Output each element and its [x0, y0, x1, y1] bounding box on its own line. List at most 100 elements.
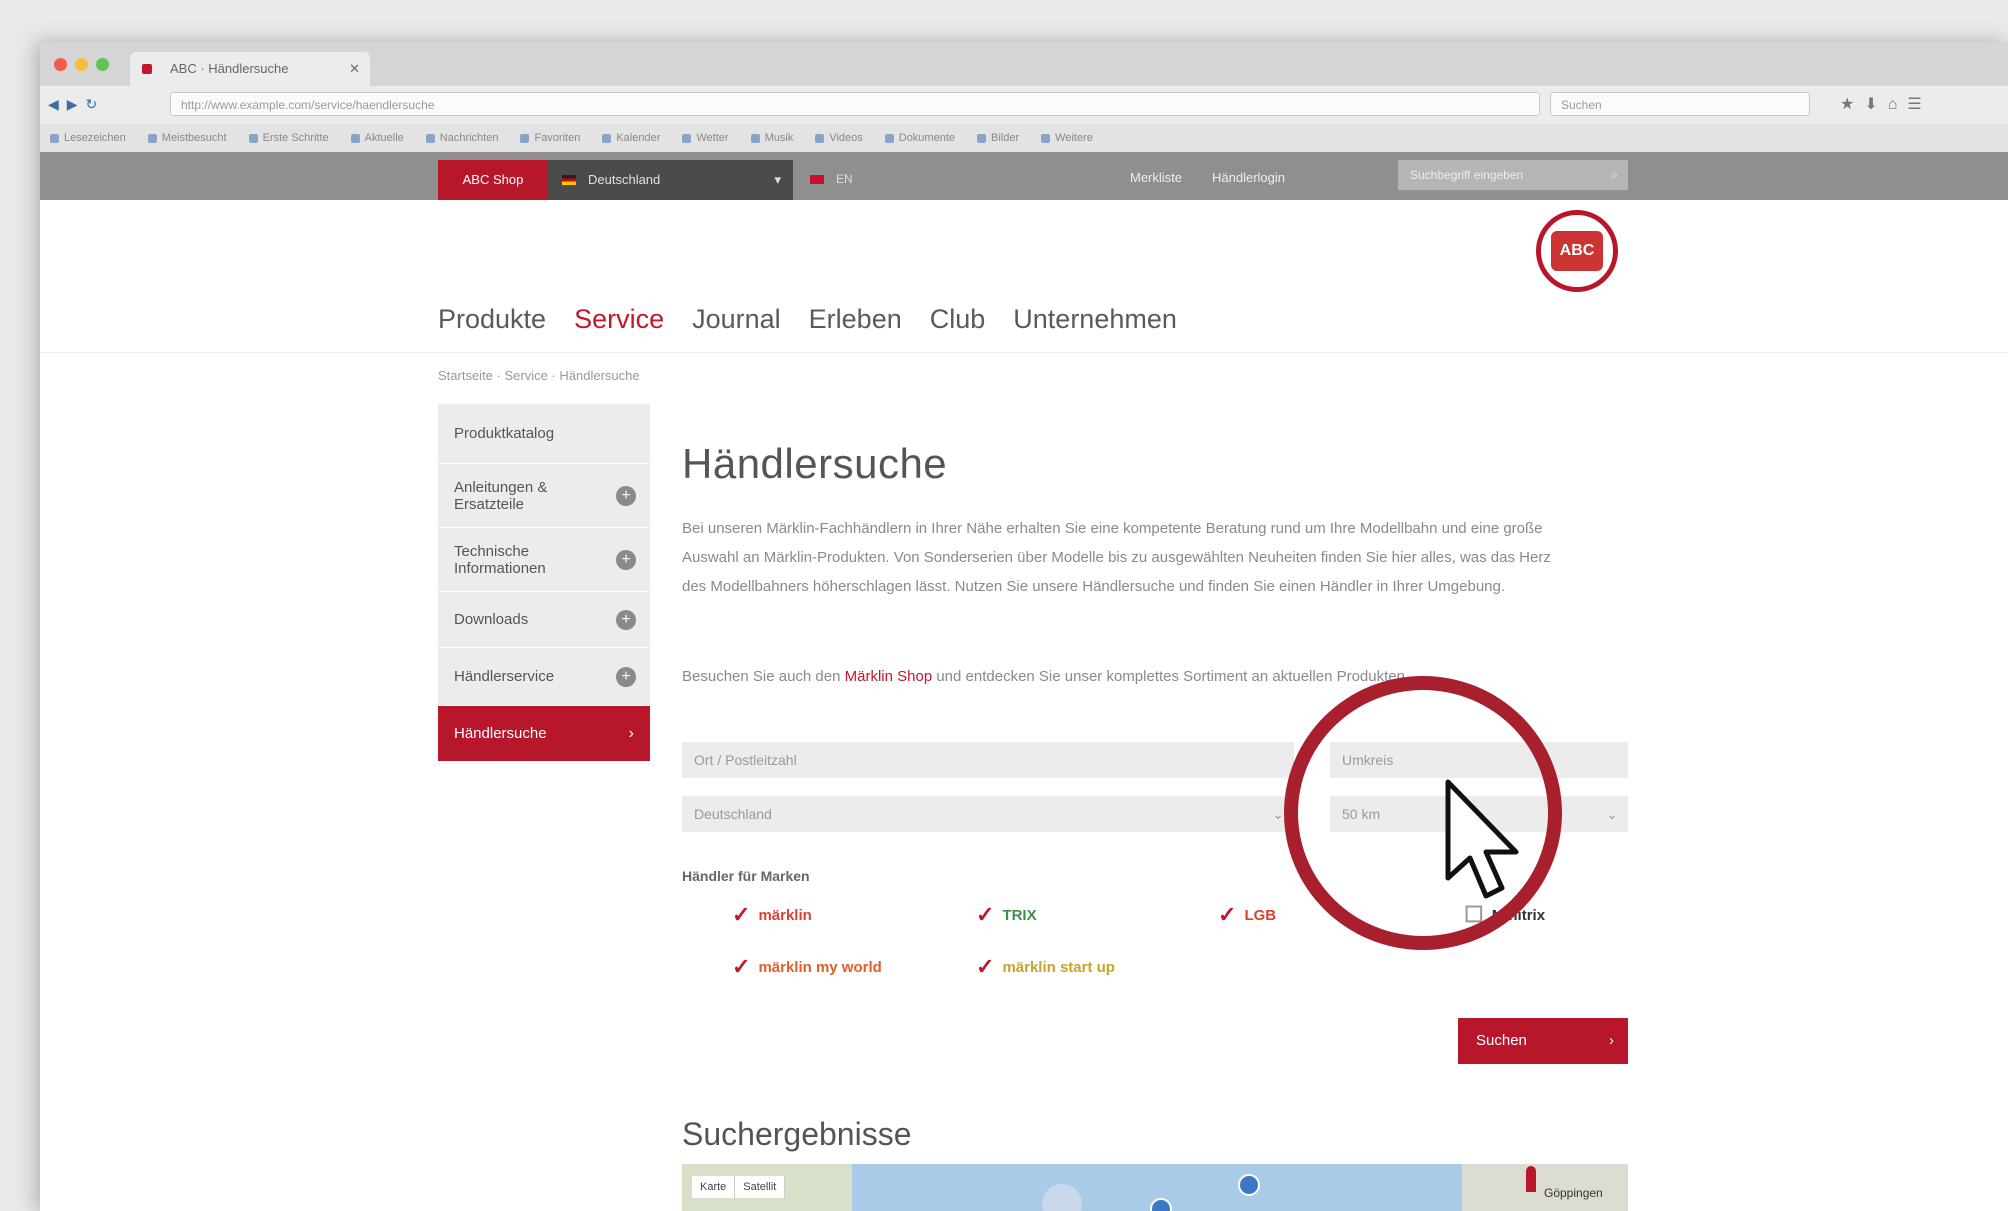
window-controls — [54, 58, 109, 71]
nav-item[interactable]: Journal — [692, 304, 781, 335]
language-label: EN — [836, 172, 853, 186]
bookmark-label: Favoriten — [534, 132, 581, 144]
bookmarks-bar: Lesezeichen Meistbesucht Erste Schritte Akt… — [40, 124, 2008, 152]
site-top-bar: ABC Shop Deutschland ▾ EN Merkliste Händ… — [40, 152, 2008, 200]
site-search-input[interactable]: Suchbegriff eingeben ⌕ — [1398, 160, 1628, 190]
sidebar-item[interactable]: Technische Informationen + — [438, 528, 650, 592]
brand-checkbox[interactable]: ✓ TRIX — [976, 902, 1037, 928]
bookmark-item[interactable]: Musik — [750, 132, 793, 144]
bookmark-item[interactable]: Favoriten — [520, 132, 580, 144]
bookmark-item[interactable]: Aktuelle — [350, 132, 404, 144]
brand-checkbox[interactable]: ✓ LGB — [1218, 902, 1276, 928]
nav-item[interactable]: Erleben — [809, 304, 902, 335]
bookmark-item[interactable]: Lesezeichen — [50, 132, 126, 144]
site-logo[interactable]: ABC — [1536, 210, 1618, 292]
nav-item[interactable]: Produkte — [438, 304, 546, 335]
bookmark-item[interactable]: Wetter — [682, 132, 729, 144]
map-location-pin-icon[interactable] — [1526, 1166, 1536, 1192]
results-map[interactable]: Karte Satellit Göppingen — [682, 1164, 1628, 1211]
top-link-dealer-login[interactable]: Händlerlogin — [1212, 170, 1285, 185]
bookmark-label: Nachrichten — [439, 132, 499, 144]
bookmark-label: Wetter — [696, 132, 729, 144]
top-link-wishlist[interactable]: Merkliste — [1130, 170, 1182, 185]
brand-checkbox[interactable]: ✓ märklin — [732, 902, 812, 928]
nav-item[interactable]: Club — [930, 304, 986, 335]
back-forward-icons[interactable]: ◀▶↻ — [48, 96, 105, 113]
search-icon[interactable]: ⌕ — [1611, 160, 1618, 190]
bookmark-icon — [520, 133, 530, 143]
nav-item[interactable]: Unternehmen — [1013, 304, 1177, 335]
bookmark-icon — [682, 133, 692, 143]
map-type-satellite[interactable]: Satellit — [735, 1176, 786, 1198]
chevron-down-icon: ⌄ — [1606, 806, 1618, 822]
bookmark-label: Weitere — [1055, 132, 1093, 144]
bookmark-item[interactable]: Dokumente — [884, 132, 955, 144]
bookmark-icon — [350, 133, 360, 143]
bookmark-icon — [977, 133, 987, 143]
minimize-window-icon[interactable] — [75, 58, 88, 71]
breadcrumb[interactable]: Startseite · Service · Händlersuche — [438, 368, 640, 383]
bookmark-item[interactable]: Videos — [815, 132, 863, 144]
map-type-control[interactable]: Karte Satellit — [692, 1176, 786, 1198]
country-selector[interactable]: Deutschland ▾ — [548, 160, 793, 200]
bookmark-item[interactable]: Meistbesucht — [147, 132, 227, 144]
country-select[interactable]: Deutschland ⌄ — [682, 796, 1294, 832]
expand-plus-icon[interactable]: + — [616, 666, 636, 687]
intro-text: Bei unseren Märklin-Fachhändlern in Ihre… — [682, 520, 1551, 595]
sidebar-item[interactable]: Händlerservice + — [438, 648, 650, 706]
brand-label: TRIX — [1002, 906, 1037, 924]
bookmark-item[interactable]: Kalender — [602, 132, 660, 144]
shop-link[interactable]: Märklin Shop — [845, 668, 933, 685]
hint-suffix: und entdecken Sie unser komplettes Sorti… — [932, 668, 1410, 685]
expand-plus-icon[interactable]: + — [616, 485, 636, 506]
sidebar-item-label: Anleitungen & Ersatzteile — [454, 478, 548, 513]
sidebar-item[interactable]: Händlersuche › — [438, 706, 650, 762]
checkmark-icon: ✓ — [732, 902, 751, 927]
brand-label: märklin my world — [758, 958, 882, 976]
bookmark-icon — [425, 133, 435, 143]
chevron-down-icon: ▾ — [774, 172, 781, 187]
brand-checkbox[interactable]: ✓ märklin start up — [976, 954, 1115, 980]
sidebar-item[interactable]: Downloads + — [438, 592, 650, 648]
bookmark-label: Erste Schritte — [262, 132, 329, 144]
chevron-right-icon: › — [628, 724, 634, 742]
sidebar-item[interactable]: Produktkatalog — [438, 404, 650, 464]
bookmark-item[interactable]: Bilder — [977, 132, 1019, 144]
map-type-map[interactable]: Karte — [692, 1176, 736, 1198]
tab-close-icon[interactable]: ✕ — [349, 52, 360, 86]
sidebar-item[interactable]: Anleitungen & Ersatzteile + — [438, 464, 650, 528]
language-switch[interactable]: EN — [810, 172, 853, 186]
checkmark-icon: ✓ — [976, 902, 995, 927]
bookmark-label: Meistbesucht — [161, 132, 227, 144]
close-window-icon[interactable] — [54, 58, 67, 71]
browser-tab[interactable]: ABC · Händlersuche ✕ — [130, 52, 370, 86]
brand-checkbox[interactable]: ✓ märklin my world — [732, 954, 882, 980]
maximize-window-icon[interactable] — [96, 58, 109, 71]
search-button[interactable]: Suchen › — [1458, 1018, 1628, 1064]
nav-item[interactable]: Service — [574, 304, 664, 335]
map-marker-icon[interactable] — [1238, 1174, 1260, 1196]
bookmark-item[interactable]: Erste Schritte — [248, 132, 329, 144]
location-input[interactable]: Ort / Postleitzahl — [682, 742, 1294, 778]
browser-search-field[interactable]: Suchen — [1550, 92, 1810, 116]
shop-button[interactable]: ABC Shop — [438, 160, 548, 200]
expand-plus-icon[interactable]: + — [616, 609, 636, 630]
checkmark-icon: ✓ — [976, 954, 995, 979]
bookmark-item[interactable]: Nachrichten — [425, 132, 499, 144]
bookmark-label: Kalender — [616, 132, 661, 144]
bookmark-label: Aktuelle — [364, 132, 404, 144]
toolbar-icons[interactable]: ★⬇⌂☰ — [1840, 94, 1932, 114]
hint-prefix: Besuchen Sie auch den — [682, 668, 845, 685]
checkmark-icon: ✓ — [732, 954, 751, 979]
germany-flag-icon — [562, 175, 576, 185]
chevron-down-icon: ⌄ — [1272, 806, 1284, 822]
expand-plus-icon[interactable]: + — [616, 549, 636, 570]
page-title: Händlersuche — [682, 440, 948, 487]
brands-label: Händler für Marken — [682, 868, 810, 884]
address-bar[interactable]: http://www.example.com/service/haendlers… — [170, 92, 1540, 116]
map-place-label: Göppingen — [1544, 1186, 1603, 1200]
map-marker-icon[interactable] — [1150, 1198, 1172, 1211]
tab-title: ABC · Händlersuche — [170, 61, 289, 76]
brand-label: LGB — [1244, 906, 1277, 924]
bookmark-item[interactable]: Weitere — [1041, 132, 1093, 144]
